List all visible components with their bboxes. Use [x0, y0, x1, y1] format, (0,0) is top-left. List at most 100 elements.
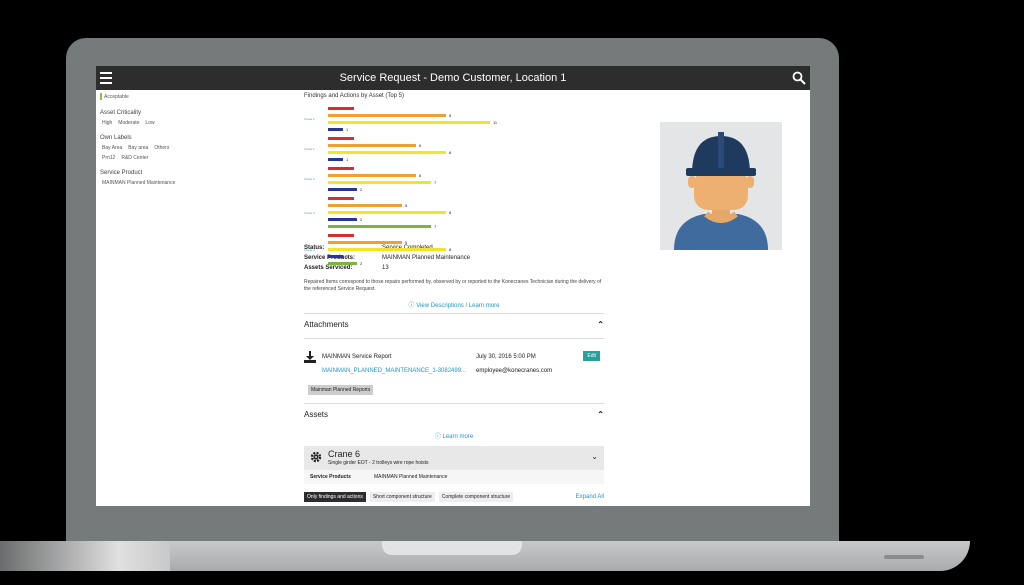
chart-bar [328, 137, 354, 140]
chart-bar [328, 128, 343, 131]
attachment-email: employee@konecranes.com [476, 368, 553, 374]
filter-short-structure[interactable]: Short component structure [369, 492, 435, 502]
repaired-items-note: Repaired Items correspond to those repai… [304, 279, 602, 292]
chevron-up-icon[interactable]: ⌃ [597, 320, 604, 329]
asset-service-products: Service Products MAINMAN Planned Mainten… [304, 470, 604, 484]
service-products-value: MAINMAN Planned Maintenance [382, 255, 471, 261]
attachments-header[interactable]: Attachments ⌃ [304, 314, 604, 334]
assets-heading: Assets [304, 410, 329, 419]
chart-value-label: 1 [346, 254, 349, 259]
structure-filter-bar: Only findings and actions Short componen… [304, 492, 604, 502]
chart-value-label: 11 [493, 120, 498, 125]
view-descriptions-link[interactable]: ⓘ View Descriptions / Learn more [304, 300, 604, 309]
chart-value-label: 8 [449, 113, 452, 118]
asset-name: Crane 6 [328, 449, 361, 459]
chart-bar [328, 151, 446, 154]
chart-category-label: Crane 3 [304, 210, 315, 215]
laptop-slot [884, 555, 924, 559]
filter-complete-structure[interactable]: Complete component structure [438, 492, 514, 502]
filter-low[interactable]: Low [145, 120, 154, 126]
chart-value-label: 2 [360, 261, 363, 266]
expand-all-link[interactable]: Expand All [576, 494, 604, 500]
filter-only-findings[interactable]: Only findings and actions [304, 492, 366, 502]
download-icon[interactable] [304, 351, 316, 363]
asset-sp-label: Service Products [310, 474, 351, 480]
assets-learn-more-link[interactable]: ⓘ Learn more [304, 431, 604, 440]
page-title: Service Request - Demo Customer, Locatio… [339, 72, 567, 84]
attachment-tag[interactable]: Mainman Planned Reports [308, 385, 374, 395]
chart-value-label: 7 [434, 180, 437, 185]
asset-description: Single girder EOT - 2 trolleys wire rope… [328, 460, 429, 466]
service-products-label: Service Products: [304, 255, 356, 261]
chart-title: Findings and Actions by Asset (Top 5) [304, 93, 405, 99]
chart-bar [328, 188, 357, 191]
chart-bar [328, 234, 354, 237]
laptop-base-highlight [0, 541, 170, 571]
assets-serviced-label: Assets Serviced: [304, 265, 353, 271]
chart-bar [328, 262, 357, 265]
filter-sidebar: Acceptable Asset Criticality High Modera… [100, 93, 290, 195]
chart-value-label: 2 [360, 187, 363, 192]
user-avatar [660, 122, 782, 250]
chart-bar [328, 255, 343, 258]
acceptable-label: Acceptable [104, 93, 129, 100]
service-product-group: Service Product MAINMAN Planned Maintena… [100, 170, 290, 186]
chart-category-label: Crane 6 [304, 117, 315, 121]
filter-rd-center[interactable]: R&D Center [121, 155, 148, 161]
main-content: Findings and Actions by Asset (Top 5) 8 1… [304, 93, 604, 502]
chart-bar [328, 167, 354, 170]
chart-bar [328, 225, 431, 228]
chart-category-label: Crane 1 [304, 147, 315, 151]
chart-value-label: 6 [419, 173, 422, 178]
attachments-heading: Attachments [304, 320, 349, 329]
chart-value-label: 8 [449, 150, 452, 155]
attachment-item: MAINMAN Service Report July 30, 2016 5:0… [304, 351, 604, 363]
view-descriptions-text: View Descriptions / Learn more [416, 303, 500, 309]
chart-value-label: 5 [405, 203, 408, 208]
filter-high[interactable]: High [102, 120, 112, 126]
chart-value-label: 2 [360, 217, 363, 222]
filter-bay-area-2[interactable]: Bay area [128, 145, 148, 151]
chart-bar [328, 158, 343, 161]
asset-sp-value: MAINMAN Planned Maintenance [374, 474, 448, 480]
filter-bay-area[interactable]: Bay Area [102, 145, 122, 151]
attachment-title: MAINMAN Service Report [322, 354, 392, 360]
attachment-date: July 30, 2016 5:00 PM [476, 354, 536, 360]
chart-bar [328, 211, 446, 214]
asset-card[interactable]: Crane 6 Single girder EOT - 2 trolleys w… [304, 446, 604, 470]
chart-bar [328, 121, 490, 124]
chart-bar [328, 197, 354, 200]
chart-bar [328, 181, 431, 184]
chart-bar [328, 248, 446, 251]
filter-mainman[interactable]: MAINMAN Planned Maintenance [102, 180, 175, 186]
chart-bar [328, 174, 416, 177]
chart-value-label: 5 [405, 240, 408, 245]
own-labels-group: Own Labels Bay Area Bay area Others Prn1… [100, 135, 290, 161]
chart-value-label: 8 [449, 247, 452, 252]
attachment-file-link[interactable]: MAINMAN_PLANNED_MAINTENANCE_1-3082499... [322, 368, 604, 374]
assets-header[interactable]: Assets ⌃ [304, 404, 604, 424]
gear-icon [310, 451, 322, 463]
chart-category-label: Crane 2 [304, 177, 315, 181]
divider [304, 338, 604, 339]
filter-moderate[interactable]: Moderate [118, 120, 139, 126]
service-product-heading: Service Product [100, 170, 143, 176]
asset-criticality-group: Asset Criticality High Moderate Low [100, 110, 290, 126]
edit-button[interactable]: Edit [583, 351, 600, 361]
chart-value-label: 8 [449, 210, 452, 215]
app-screen: Service Request - Demo Customer, Locatio… [96, 66, 810, 506]
chevron-down-icon[interactable]: ⌄ [591, 452, 598, 461]
filter-others[interactable]: Others [154, 145, 169, 151]
search-icon[interactable] [792, 71, 806, 85]
chart-value-label: 1 [346, 157, 349, 162]
chart-bar [328, 218, 357, 221]
chart-bar [328, 144, 416, 147]
chart-bar [328, 107, 354, 110]
chart-bar [328, 204, 402, 207]
chevron-up-icon[interactable]: ⌃ [597, 410, 604, 419]
chart-category-label: Crane 4 [304, 247, 315, 252]
filter-prn12[interactable]: Prn12 [102, 155, 115, 161]
findings-chart: 8 11 1 Crane 6 6 8 1 Crane 1 6 7 2 Crane 2 5 8 2 7 Crane… [304, 107, 604, 266]
asset-criticality-heading: Asset Criticality [100, 110, 142, 116]
acceptable-legend[interactable]: Acceptable [100, 93, 290, 100]
